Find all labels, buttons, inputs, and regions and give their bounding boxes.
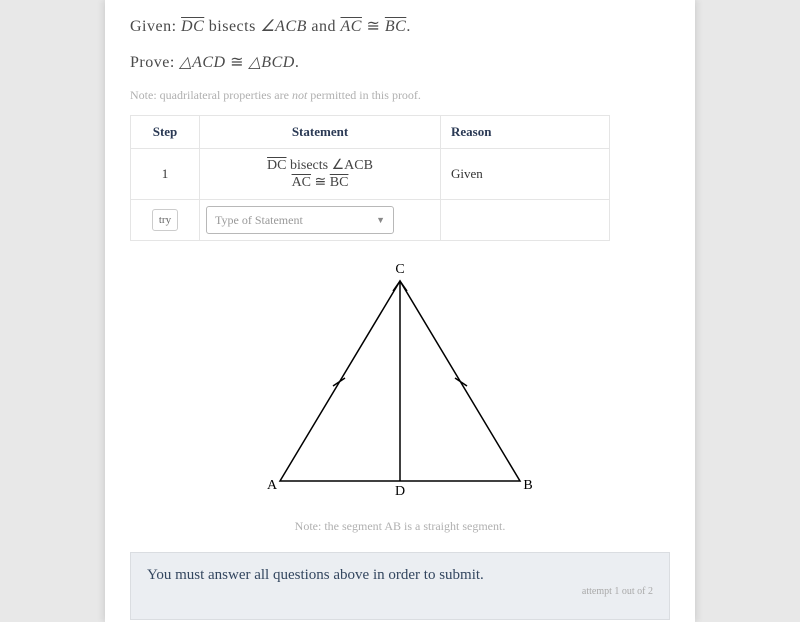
- try-button[interactable]: try: [152, 209, 178, 231]
- figure: C A B D Note: the segment AB is a straig…: [130, 261, 670, 534]
- table-row: 1 DC bisects ∠ACB AC ≅ BC Given: [131, 149, 610, 200]
- given-prefix: Given:: [130, 18, 181, 35]
- note-a: Note: quadrilateral properties are: [130, 88, 292, 102]
- reason-empty: [441, 200, 610, 241]
- stmt-line2: AC ≅ BC: [210, 174, 430, 191]
- label-c: C: [395, 262, 404, 277]
- prove-prefix: Prove:: [130, 54, 179, 71]
- proof-table: Step Statement Reason 1 DC bisects ∠ACB …: [130, 115, 610, 241]
- page: Given: DC bisects ∠ACB and AC ≅ BC. Prov…: [0, 0, 800, 622]
- note-b: not: [292, 88, 307, 102]
- col-step: Step: [131, 116, 200, 149]
- stmt-line1: DC bisects ∠ACB: [210, 157, 430, 174]
- col-statement: Statement: [200, 116, 441, 149]
- figure-note: Note: the segment AB is a straight segme…: [130, 519, 670, 534]
- submit-message: You must answer all questions above in o…: [147, 567, 484, 583]
- triangle-svg: C A B D: [250, 261, 550, 511]
- type-of-statement-select[interactable]: Type of Statement ▼: [206, 206, 394, 234]
- fig-note-b: AB: [384, 519, 401, 533]
- note-c: permitted in this proof.: [307, 88, 421, 102]
- try-cell: try: [131, 200, 200, 241]
- step-cell: 1: [131, 149, 200, 200]
- content-card: Given: DC bisects ∠ACB and AC ≅ BC. Prov…: [105, 0, 695, 622]
- label-d: D: [395, 484, 405, 499]
- table-header-row: Step Statement Reason: [131, 116, 610, 149]
- type-cell: Type of Statement ▼: [200, 200, 441, 241]
- label-a: A: [267, 478, 278, 493]
- prove-line: Prove: △ACD ≅ △BCD.: [130, 52, 670, 72]
- fig-note-a: Note: the segment: [295, 519, 385, 533]
- table-row: try Type of Statement ▼: [131, 200, 610, 241]
- top-note: Note: quadrilateral properties are not p…: [130, 88, 670, 103]
- reason-cell: Given: [441, 149, 610, 200]
- fig-note-c: is a straight segment.: [401, 519, 505, 533]
- label-b: B: [523, 478, 532, 493]
- col-reason: Reason: [441, 116, 610, 149]
- statement-cell: DC bisects ∠ACB AC ≅ BC: [200, 149, 441, 200]
- chevron-down-icon: ▼: [376, 215, 385, 225]
- submit-box: You must answer all questions above in o…: [130, 552, 670, 620]
- given-line: Given: DC bisects ∠ACB and AC ≅ BC.: [130, 16, 670, 36]
- attempt-text: attempt 1 out of 2: [147, 586, 653, 597]
- type-placeholder: Type of Statement: [215, 213, 303, 228]
